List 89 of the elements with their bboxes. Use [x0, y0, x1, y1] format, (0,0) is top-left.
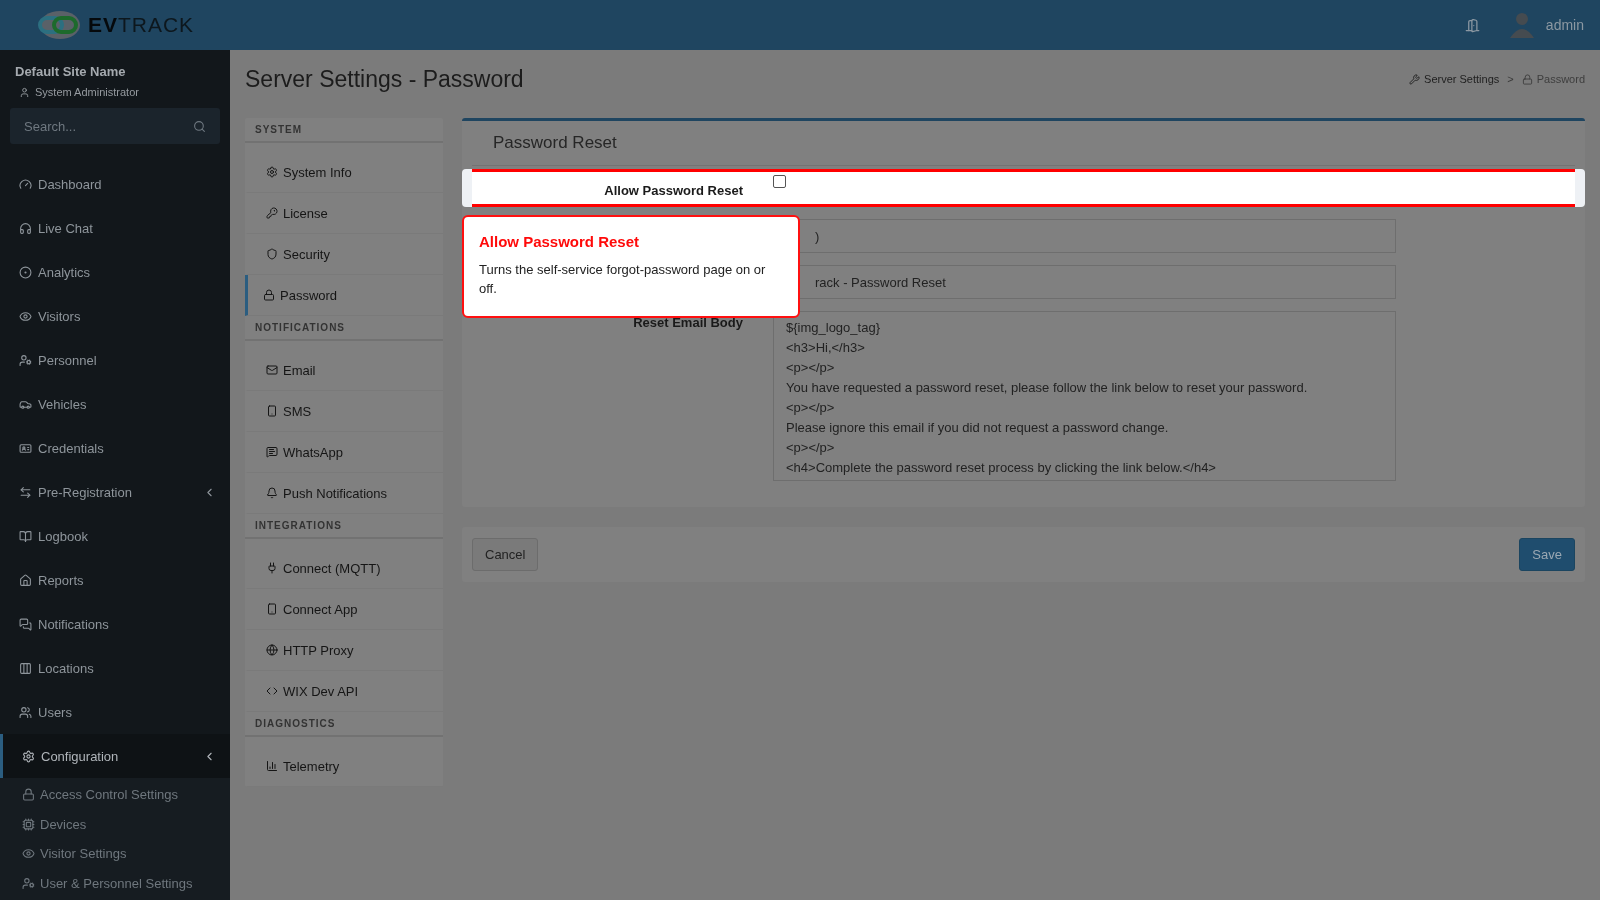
arrows-icon [19, 485, 32, 499]
message-icon [266, 446, 278, 458]
globe-icon [266, 644, 278, 656]
settings-menu-item[interactable]: License [245, 193, 443, 234]
sidebar-subitem[interactable]: Devices [0, 809, 230, 839]
sidebar-item[interactable]: Personnel [0, 338, 230, 382]
mail-icon [266, 364, 278, 376]
sidebar-item[interactable]: Reports [0, 558, 230, 602]
save-button[interactable]: Save [1519, 538, 1575, 571]
search-icon [193, 119, 206, 133]
sidebar-item[interactable]: Analytics [0, 250, 230, 294]
settings-menu-item[interactable]: System Info [245, 152, 443, 193]
sidebar-item[interactable]: Visitors [0, 294, 230, 338]
wrench-icon [1409, 73, 1421, 85]
headset-icon [19, 221, 32, 235]
columns-icon [19, 661, 32, 675]
plug-icon [266, 562, 278, 574]
section-heading: DIAGNOSTICS [245, 712, 443, 737]
settings-menu-item[interactable]: WIX Dev API [245, 671, 443, 712]
cancel-button[interactable]: Cancel [472, 538, 539, 571]
page-title: Server Settings - Password [245, 65, 524, 93]
user-role: System Administrator [35, 86, 139, 98]
gauge-icon [19, 177, 32, 191]
sidebar-subitem[interactable]: User & Personnel Settings [0, 868, 230, 898]
person-icon [19, 353, 32, 367]
sidebar-item[interactable]: Live Chat [0, 206, 230, 250]
logo-text: EVTRACK [87, 13, 195, 37]
sidebar-subitem[interactable]: Access Control Settings [0, 780, 230, 810]
shield-icon [266, 248, 278, 260]
sidebar-item[interactable]: Locations [0, 646, 230, 690]
settings-icon [266, 166, 278, 178]
sidebar-item[interactable]: Dashboard [0, 162, 230, 206]
section-heading: INTEGRATIONS [245, 514, 443, 539]
house-icon [19, 573, 32, 587]
settings-menu-item[interactable]: WhatsApp [245, 432, 443, 473]
panel-title: Password Reset [472, 121, 1575, 166]
tooltip-title: Allow Password Reset [479, 233, 641, 250]
code-icon [266, 685, 278, 697]
target-icon [19, 265, 32, 279]
field-label: Reset Email Body [633, 314, 743, 330]
text-area[interactable]: ${img_logo_tag} <h3>Hi,</h3> <p></p> You have requested a password reset, please follow the link below to reset your password. <p></p> Please ignore this email if you did not request a password change. <p></p> <h4>Complete the password reset process by clicking the link below.</h4> [773, 311, 1396, 481]
section-heading: NOTIFICATIONS [245, 316, 443, 341]
bell-icon [266, 487, 278, 499]
chip-icon [22, 817, 35, 831]
logo-icon [35, 10, 82, 40]
settings-menu-item[interactable]: Connect App [245, 589, 443, 630]
person-icon [22, 876, 35, 890]
user-icon [19, 86, 30, 98]
lock-icon [263, 289, 275, 301]
sidebar-item[interactable]: Logbook [0, 514, 230, 558]
sidebar-item[interactable]: Configuration [0, 734, 230, 778]
breadcrumb-link[interactable]: Password [1521, 73, 1585, 85]
site-name: Default Site Name [14, 63, 127, 79]
phone-icon [266, 603, 278, 615]
settings-menu-item[interactable]: Telemetry [245, 746, 443, 787]
sidebar-item[interactable]: Pre-Registration [0, 470, 230, 514]
tooltip-text: Turns the self-service forgot-password page on or off. [479, 261, 767, 298]
phone-icon [266, 405, 278, 417]
sidebar-item[interactable]: Credentials [0, 426, 230, 470]
breadcrumb-separator: > [1507, 73, 1514, 85]
sidebar-item[interactable]: Vehicles [0, 382, 230, 426]
id-card-icon [19, 441, 32, 455]
sidebar-subitem[interactable]: Visitor Settings [0, 839, 230, 869]
section-heading: SYSTEM [245, 118, 443, 143]
settings-menu-item[interactable]: Email [245, 350, 443, 391]
lock-icon [22, 788, 35, 802]
settings-menu-item[interactable]: Connect (MQTT) [245, 548, 443, 589]
book-icon [19, 529, 32, 543]
chat-icon [19, 617, 32, 631]
eye-icon [22, 847, 35, 861]
user-name[interactable]: admin [1545, 17, 1584, 33]
key-icon [266, 207, 278, 219]
search-field[interactable]: Search... [10, 108, 220, 144]
settings-menu-item[interactable]: Security [245, 234, 443, 275]
breadcrumb-link[interactable]: Server Settings [1409, 73, 1500, 85]
lock-icon [1521, 73, 1533, 85]
settings-icon [22, 749, 35, 763]
sidebar-item[interactable]: Users [0, 690, 230, 734]
field-label: Allow Password Reset [604, 181, 743, 198]
settings-menu-item[interactable]: Password [245, 275, 443, 316]
bar-chart-icon [266, 760, 278, 772]
eye-icon [19, 309, 32, 323]
door-icon[interactable] [1464, 17, 1480, 33]
users-icon [19, 705, 32, 719]
settings-menu-item[interactable]: Push Notifications [245, 473, 443, 514]
sidebar-item[interactable]: Notifications [0, 602, 230, 646]
checkbox[interactable] [773, 175, 786, 188]
settings-menu-item[interactable]: HTTP Proxy [245, 630, 443, 671]
settings-menu-item[interactable]: SMS [245, 391, 443, 432]
